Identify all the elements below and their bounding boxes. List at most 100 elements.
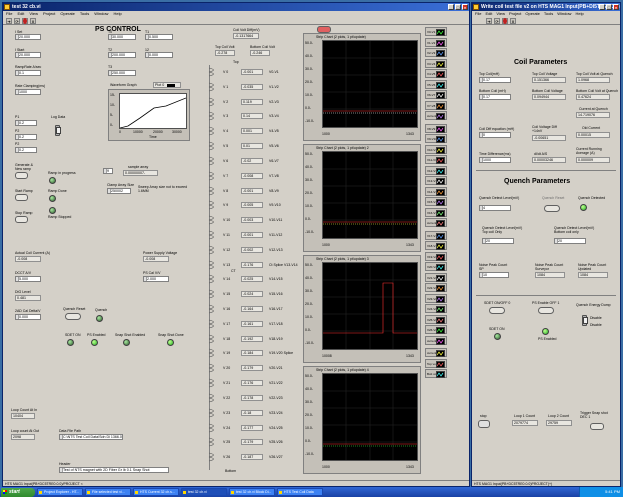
channel-legend-item[interactable]: V18-V19 xyxy=(425,241,447,250)
right-menu-help[interactable]: Help xyxy=(575,11,583,17)
run-continuous-icon[interactable]: ⟳ xyxy=(14,18,20,24)
dcct-adc-field[interactable]: 5.000 xyxy=(15,276,41,282)
minimize-button[interactable]: _ xyxy=(448,4,454,10)
ramp-rate-field[interactable]: 0.1 xyxy=(15,70,41,76)
channel-legend-item[interactable]: V15-V16 xyxy=(425,197,447,206)
t2b-field[interactable]: 0.000 xyxy=(145,52,173,58)
right-maximize-button[interactable]: □ xyxy=(606,4,612,10)
start-ramp-button[interactable] xyxy=(15,194,28,201)
task-hts-test-coil-data[interactable]: HTS Test Coil Data xyxy=(277,488,323,496)
channel-legend-item[interactable]: V3-V4 xyxy=(425,58,447,68)
menu-operate[interactable]: Operate xyxy=(60,11,74,17)
right-close-button[interactable]: × xyxy=(613,4,619,10)
channel-legend-item[interactable]: V21-V22 xyxy=(425,272,447,282)
task-file-selected[interactable]: File selected test vi... xyxy=(85,488,131,496)
bottom-coil-mh-field[interactable]: 0.17 xyxy=(479,94,511,100)
close-button[interactable]: × xyxy=(462,4,468,10)
generate-ramp-button[interactable] xyxy=(15,172,28,179)
channel-legend-item[interactable]: V19-V20 xyxy=(425,251,447,261)
t3-field[interactable]: 250.000 xyxy=(108,70,136,76)
channel-legend-item[interactable]: current xyxy=(425,335,447,345)
channel-legend-item[interactable]: V4-V5 xyxy=(425,69,447,78)
channel-legend-item[interactable]: V10-V11 xyxy=(425,144,447,154)
noise-count-sp-field[interactable]: 10 xyxy=(479,272,509,278)
i-start-field[interactable]: 20.000 xyxy=(15,52,41,58)
channel-legend-item[interactable]: V6-V7 xyxy=(425,90,447,99)
i-set-field[interactable]: 20.000 xyxy=(15,34,41,40)
menu-help[interactable]: Help xyxy=(113,11,121,17)
t1-field[interactable]: 0.500 xyxy=(145,34,173,40)
plot-legend[interactable]: Plot 0 xyxy=(153,82,181,88)
top-coil-mh-field[interactable]: 0.17 xyxy=(479,77,511,83)
right-minimize-button[interactable]: _ xyxy=(599,4,605,10)
maximize-button[interactable]: □ xyxy=(455,4,461,10)
task-test-32-block[interactable]: test 32 ch.vi Block Di... xyxy=(229,488,275,496)
t2-field[interactable]: 200.000 xyxy=(108,52,136,58)
menu-tools[interactable]: Tools xyxy=(80,11,89,17)
strip-chart-top-button[interactable] xyxy=(317,26,331,33)
time-diff-field[interactable]: 1000 xyxy=(479,157,511,163)
quench-energy-dump-toggle[interactable] xyxy=(582,315,588,326)
channel-legend-item[interactable]: current xyxy=(425,111,447,120)
adc-cal-delta-field[interactable]: 0.000 xyxy=(15,314,41,320)
menu-window[interactable]: Window xyxy=(94,11,108,17)
abort-icon[interactable] xyxy=(22,18,28,24)
channel-legend-item[interactable]: V23-V24 xyxy=(425,293,447,303)
channel-legend-item[interactable]: V12-V13 xyxy=(425,165,447,175)
right-menu-operate[interactable]: Operate xyxy=(525,11,539,17)
quench-detect-level-field[interactable]: 4 xyxy=(479,205,511,211)
channel-legend-item[interactable]: V8-V9 xyxy=(425,123,447,133)
stop-button[interactable] xyxy=(478,420,490,428)
coil-mh-equation-field[interactable]: 0 xyxy=(479,132,511,138)
ps-enable-off-button[interactable] xyxy=(538,307,554,314)
channel-legend-item[interactable]: V0-V1 xyxy=(425,27,447,36)
channel-legend-item[interactable]: V16-V17 xyxy=(425,207,447,217)
waveform-graph-plot[interactable] xyxy=(119,93,187,129)
task-project-explorer[interactable]: Project Explorer - HT... xyxy=(37,488,83,496)
stop-ramp-button[interactable] xyxy=(15,216,28,223)
trigger-snap-shot-button[interactable] xyxy=(590,423,604,430)
channel-legend-item[interactable]: V17-V18 xyxy=(425,230,447,240)
menu-file[interactable]: File xyxy=(6,11,12,17)
start-button[interactable]: start xyxy=(1,487,35,497)
channel-legend-item[interactable]: current xyxy=(425,218,447,227)
qdl-bottom-field[interactable]: 20 xyxy=(554,238,586,244)
channel-legend-item[interactable]: V22-V23 xyxy=(425,283,447,292)
strip-chart-plot[interactable] xyxy=(322,262,418,350)
data-file-path-field[interactable]: C:\NTS Test Coil Data\Sdn Di 1366.0.0 xyxy=(59,434,123,440)
channel-legend-item[interactable]: Top volt xyxy=(425,358,447,368)
channel-legend-item[interactable]: V2-V3 xyxy=(425,48,447,57)
pause-icon[interactable]: ‖ xyxy=(30,18,36,24)
right-abort-icon[interactable] xyxy=(502,18,508,24)
channel-legend-item[interactable]: V11-V12 xyxy=(425,155,447,164)
menu-edit[interactable]: Edit xyxy=(17,11,24,17)
channel-legend-item[interactable]: V13-V14 xyxy=(425,176,447,185)
channel-legend-item[interactable]: V1-V2 xyxy=(425,37,447,47)
ps-cal-v-field[interactable]: 2.000 xyxy=(143,276,169,282)
channel-legend-item[interactable]: V5-V6 xyxy=(425,79,447,89)
channel-legend-item[interactable]: current xyxy=(425,348,447,357)
run-arrow-icon[interactable]: ➔ xyxy=(6,18,12,24)
clamp-array-size-field[interactable]: 250002 xyxy=(107,188,131,194)
log-data-toggle[interactable] xyxy=(55,125,61,136)
channel-legend-item[interactable]: V25-V26 xyxy=(425,314,447,324)
right-menu-tools[interactable]: Tools xyxy=(544,11,553,17)
channel-legend-item[interactable]: V14-V15 xyxy=(425,186,447,196)
right-pause-icon[interactable]: ‖ xyxy=(510,18,516,24)
p1-field[interactable]: 0.2 xyxy=(15,120,37,126)
rate-clamping-field[interactable]: 1000 xyxy=(15,89,41,95)
sample-index-field[interactable]: 9 xyxy=(103,168,113,174)
channel-legend-item[interactable]: V7-V8 xyxy=(425,100,447,110)
right-menu-view[interactable]: View xyxy=(496,11,505,17)
right-run-continuous-icon[interactable]: ⟳ xyxy=(494,18,500,24)
right-menu-window[interactable]: Window xyxy=(557,11,571,17)
t0-field[interactable]: 30.000 xyxy=(108,34,136,40)
quench-reset-button[interactable] xyxy=(65,313,81,320)
strip-chart-plot[interactable] xyxy=(322,373,418,461)
p3-field[interactable]: 0.2 xyxy=(15,147,37,153)
task-test-32-vi[interactable]: test 32 ch.vi xyxy=(181,488,227,496)
channel-legend-item[interactable]: V9-V10 xyxy=(425,134,447,143)
sdet-on-off-button[interactable] xyxy=(489,307,505,314)
channel-legend-item[interactable]: V26-V27 xyxy=(425,325,447,334)
right-run-arrow-icon[interactable]: ➔ xyxy=(486,18,492,24)
